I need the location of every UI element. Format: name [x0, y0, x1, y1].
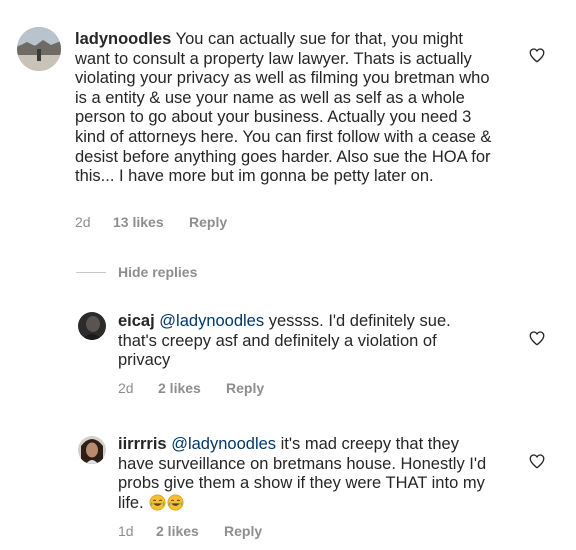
- reply-username[interactable]: eicaj: [118, 312, 155, 330]
- comment-username[interactable]: ladynoodles: [75, 30, 171, 48]
- tears-of-joy-emoji: [167, 494, 184, 511]
- reply-time[interactable]: 1d: [118, 523, 134, 539]
- reply-meta: 1d 2 likes Reply: [118, 523, 418, 541]
- reply-meta: 2d 2 likes Reply: [118, 380, 418, 398]
- comment-text: ladynoodles You can actually sue for tha…: [75, 30, 495, 187]
- reply-text: eicaj @ladynoodles yessss. I'd definitel…: [118, 312, 493, 371]
- reply-likes[interactable]: 2 likes: [158, 380, 201, 396]
- heart-outline-icon[interactable]: [528, 452, 546, 470]
- reply-time[interactable]: 2d: [118, 380, 134, 396]
- hide-replies-label: Hide replies: [118, 264, 198, 280]
- reply-button[interactable]: Reply: [226, 380, 264, 396]
- reply-comment: iirrrris @ladynoodles it's mad creepy th…: [0, 424, 576, 550]
- reply-mention[interactable]: @ladynoodles: [171, 435, 276, 453]
- avatar[interactable]: [78, 312, 106, 340]
- reply-button[interactable]: Reply: [189, 214, 227, 230]
- avatar[interactable]: [17, 27, 61, 71]
- comment-likes[interactable]: 13 likes: [113, 214, 164, 230]
- avatar-image: [78, 436, 106, 464]
- reply-mention[interactable]: @ladynoodles: [159, 312, 264, 330]
- comment-meta: 2d 13 likes Reply: [75, 214, 375, 232]
- divider-line: [76, 271, 106, 273]
- comment: ladynoodles You can actually sue for tha…: [0, 0, 576, 240]
- reply-text: iirrrris @ladynoodles it's mad creepy th…: [118, 435, 498, 513]
- comment-body: You can actually sue for that, you might…: [75, 30, 492, 186]
- reply-username[interactable]: iirrrris: [118, 435, 167, 453]
- reply-likes[interactable]: 2 likes: [156, 523, 199, 539]
- avatar[interactable]: [78, 436, 106, 464]
- heart-outline-icon[interactable]: [528, 46, 546, 64]
- tears-of-joy-emoji: [149, 494, 166, 511]
- heart-outline-icon[interactable]: [528, 329, 546, 347]
- reply-button[interactable]: Reply: [224, 523, 262, 539]
- comment-time[interactable]: 2d: [75, 214, 91, 230]
- avatar-image: [17, 27, 61, 71]
- hide-replies-button[interactable]: Hide replies: [76, 263, 197, 281]
- reply-comment: eicaj @ladynoodles yessss. I'd definitel…: [0, 300, 576, 400]
- avatar-image: [78, 312, 106, 340]
